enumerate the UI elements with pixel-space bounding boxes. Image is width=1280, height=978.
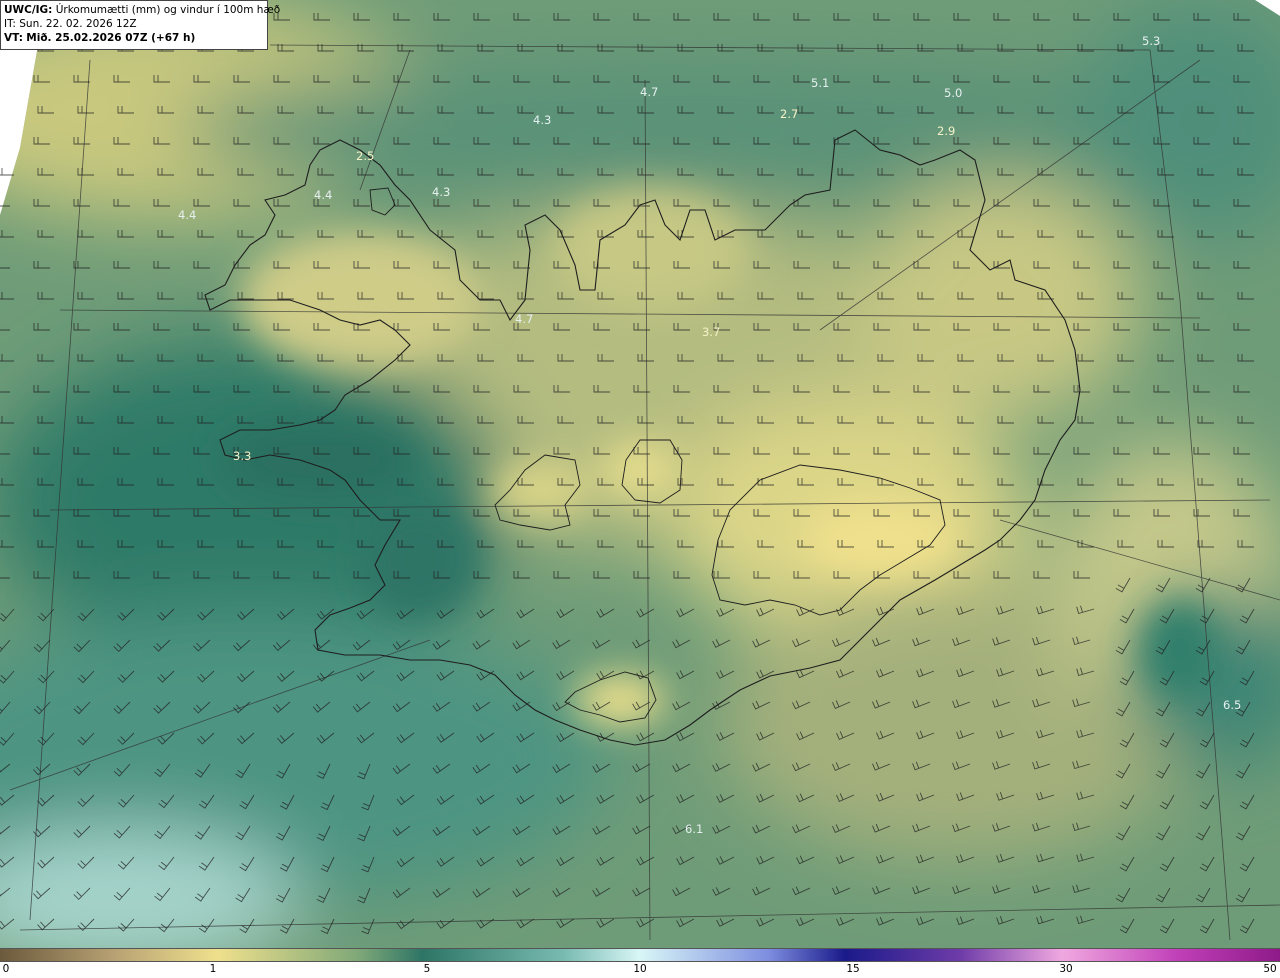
colorbar-tick: 30 [1059,963,1073,975]
precipitable-water-field [0,0,1280,948]
value-label: 4.4 [314,188,332,202]
colorbar-tick: 50 [1263,963,1277,975]
colorbar-tick: 10 [633,963,647,975]
colorbar-tick: 1 [209,963,217,975]
value-label: 5.0 [944,86,962,100]
vt-value: Mið. 25.02.2026 07Z (+67 h) [26,32,196,44]
it-value: Sun. 22. 02. 2026 12Z [19,18,137,30]
value-label: 6.1 [685,822,703,836]
valid-time-line: VT: Mið. 25.02.2026 07Z (+67 h) [4,31,264,45]
value-label: 4.7 [640,85,658,99]
value-label: 4.3 [432,185,450,199]
value-label: 4.4 [178,208,196,222]
value-label: 2.7 [780,107,798,121]
wind-barb [0,168,14,176]
value-label: 3.7 [702,325,720,339]
colorbar-tick: 15 [846,963,860,975]
value-label: 2.9 [937,124,955,138]
it-label: IT: [4,18,16,30]
title-line: UWC/IG: Úrkomumætti (mm) og vindur í 100… [4,3,280,17]
value-label: 5.3 [1142,34,1160,48]
product-label: UWC/IG: [4,4,53,16]
value-label: 6.5 [1223,698,1241,712]
map-info-box: UWC/IG: Úrkomumætti (mm) og vindur í 100… [0,0,280,50]
colorbar-tick: 0 [2,963,10,975]
value-label: 4.7 [515,312,533,326]
vt-label: VT: [4,32,23,44]
initial-time-line: IT: Sun. 22. 02. 2026 12Z [4,17,264,31]
value-label: 5.1 [811,76,829,90]
value-label: 2.5 [356,149,374,163]
colorbar [0,948,1280,962]
map-title: Úrkomumætti (mm) og vindur í 100m hæð [55,4,281,16]
colorbar-tick: 5 [423,963,431,975]
value-label: 3.3 [233,449,251,463]
value-label: 4.3 [533,113,551,127]
map-canvas: 5.3 5.1 4.7 5.0 2.7 2.9 4.3 2.5 4.4 4.4 … [0,0,1280,948]
forecast-map: 5.3 5.1 4.7 5.0 2.7 2.9 4.3 2.5 4.4 4.4 … [0,0,1280,948]
